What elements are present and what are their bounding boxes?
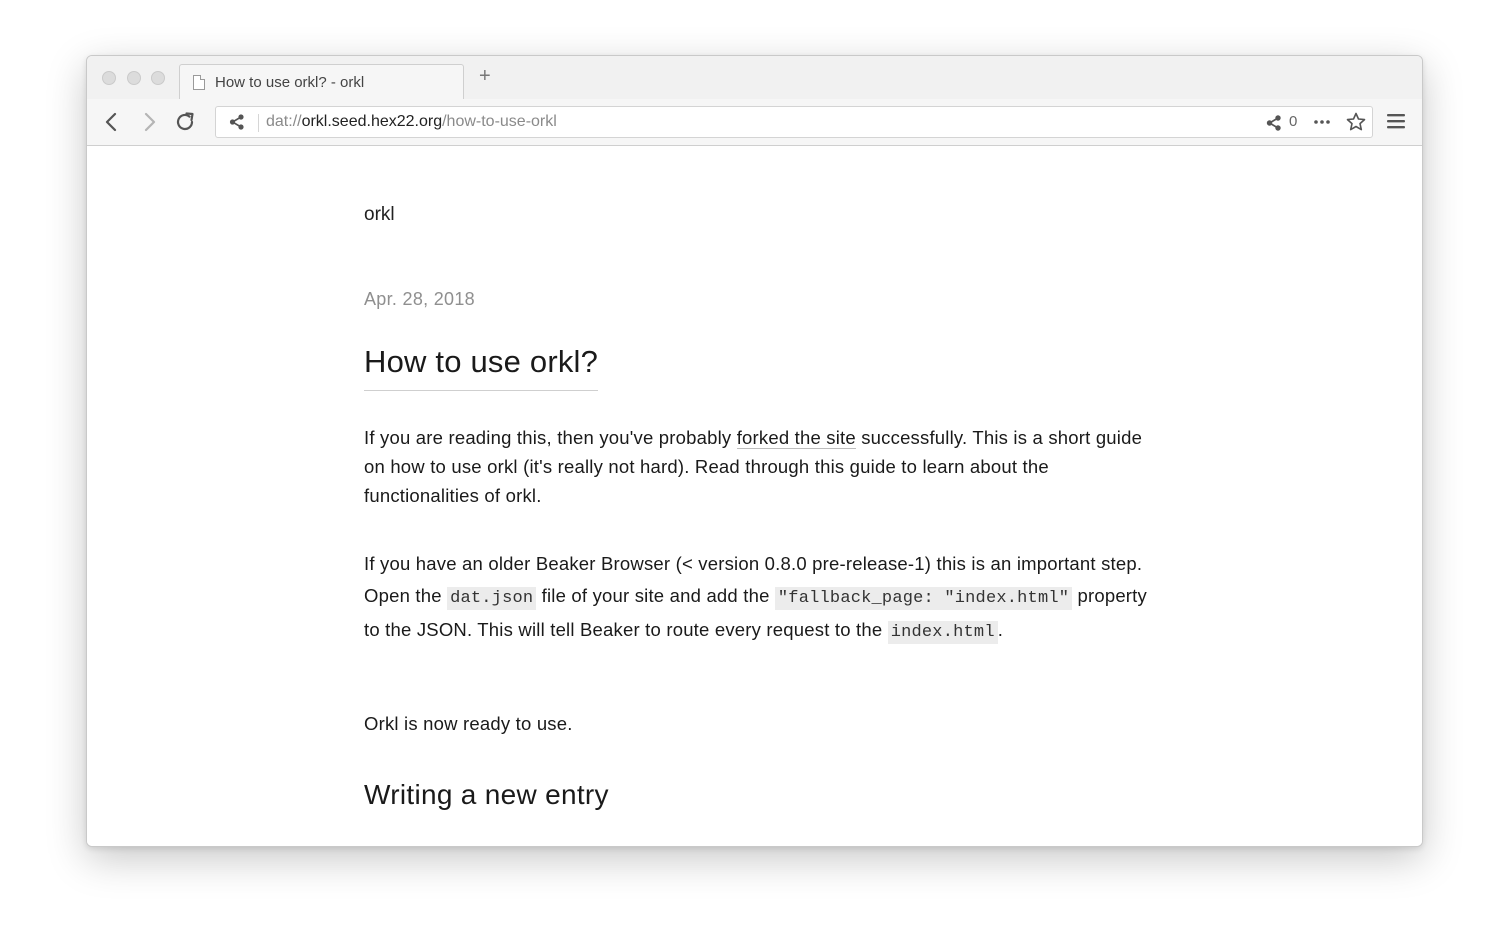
title-bar: How to use orkl? - orkl + xyxy=(87,56,1422,100)
paragraph-ready: Orkl is now ready to use. xyxy=(364,713,573,734)
post-title: How to use orkl? xyxy=(364,344,599,391)
address-bar[interactable]: dat://orkl.seed.hex22.org/how-to-use-ork… xyxy=(215,106,1373,138)
inline-code: "fallback_page: "index.html" xyxy=(774,586,1073,610)
peers-share-icon[interactable] xyxy=(1264,113,1284,133)
peer-count: 0 xyxy=(1289,113,1298,130)
paragraph-text: . xyxy=(997,619,1004,640)
paragraph-setup: If you have an older Beaker Browser (< v… xyxy=(364,548,1154,649)
tab-title: How to use orkl? - orkl xyxy=(215,74,365,91)
address-separator xyxy=(258,114,259,132)
star-icon[interactable] xyxy=(1344,110,1368,134)
url-scheme: dat:// xyxy=(266,113,302,130)
zoom-window-button[interactable] xyxy=(151,71,165,85)
reload-icon xyxy=(176,112,194,131)
tab-active[interactable]: How to use orkl? - orkl xyxy=(179,64,464,100)
share-icon[interactable] xyxy=(228,113,246,131)
page-icon xyxy=(193,75,205,90)
post-date: Apr. 28, 2018 xyxy=(364,289,475,309)
site-name-link[interactable]: orkl xyxy=(364,204,395,226)
inline-code: index.html xyxy=(887,621,998,644)
new-tab-button[interactable]: + xyxy=(479,66,491,86)
inline-code: dat.json xyxy=(447,586,537,610)
url-host: orkl.seed.hex22.org xyxy=(301,113,443,130)
minimize-window-button[interactable] xyxy=(127,71,141,85)
section-title: Writing a new entry xyxy=(364,779,609,810)
url-text[interactable]: dat://orkl.seed.hex22.org/how-to-use-ork… xyxy=(266,113,557,131)
forward-button[interactable] xyxy=(134,107,164,137)
forked-site-link[interactable]: forked the site xyxy=(736,427,856,449)
close-window-button[interactable] xyxy=(102,71,116,85)
back-button[interactable] xyxy=(97,107,127,137)
paragraph-text: file of your site and add the xyxy=(536,584,775,606)
menu-icon[interactable] xyxy=(1384,109,1408,133)
forward-arrow-icon xyxy=(144,112,156,132)
reload-button[interactable] xyxy=(170,107,200,137)
browser-window: How to use orkl? - orkl + dat://orkl.see… xyxy=(86,55,1423,847)
url-path: /how-to-use-orkl xyxy=(442,113,557,130)
page-content: orkl Apr. 28, 2018 How to use orkl? If y… xyxy=(87,146,1422,846)
paragraph-text: If you are reading this, then you've pro… xyxy=(364,427,737,448)
paragraph-intro: If you are reading this, then you've pro… xyxy=(364,423,1154,510)
navigation-bar: dat://orkl.seed.hex22.org/how-to-use-ork… xyxy=(87,99,1422,146)
more-icon[interactable] xyxy=(1311,111,1333,133)
back-arrow-icon xyxy=(105,112,117,132)
